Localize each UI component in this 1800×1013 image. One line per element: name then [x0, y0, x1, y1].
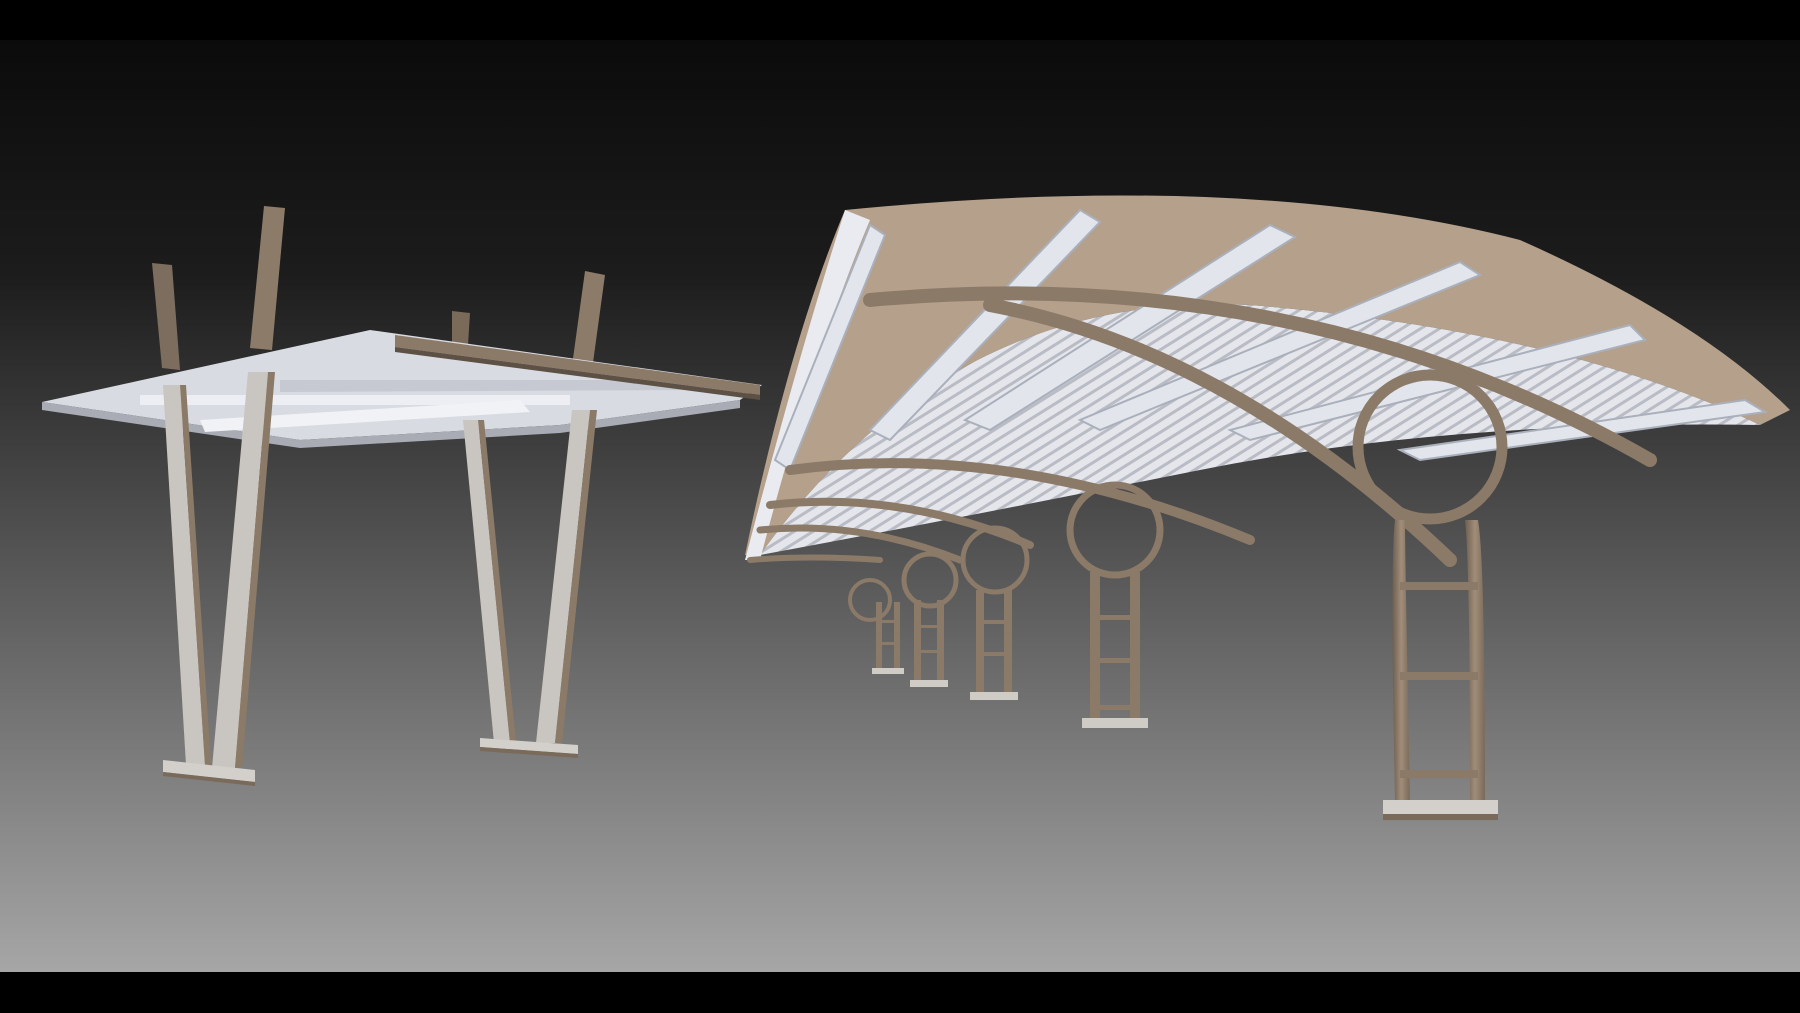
- column-back-center: [452, 311, 470, 345]
- letterbox-bottom: [0, 972, 1800, 1013]
- truss-arch-1: [747, 554, 883, 563]
- letterbox-top: [0, 0, 1800, 40]
- rendered-scene: [0, 0, 1800, 1013]
